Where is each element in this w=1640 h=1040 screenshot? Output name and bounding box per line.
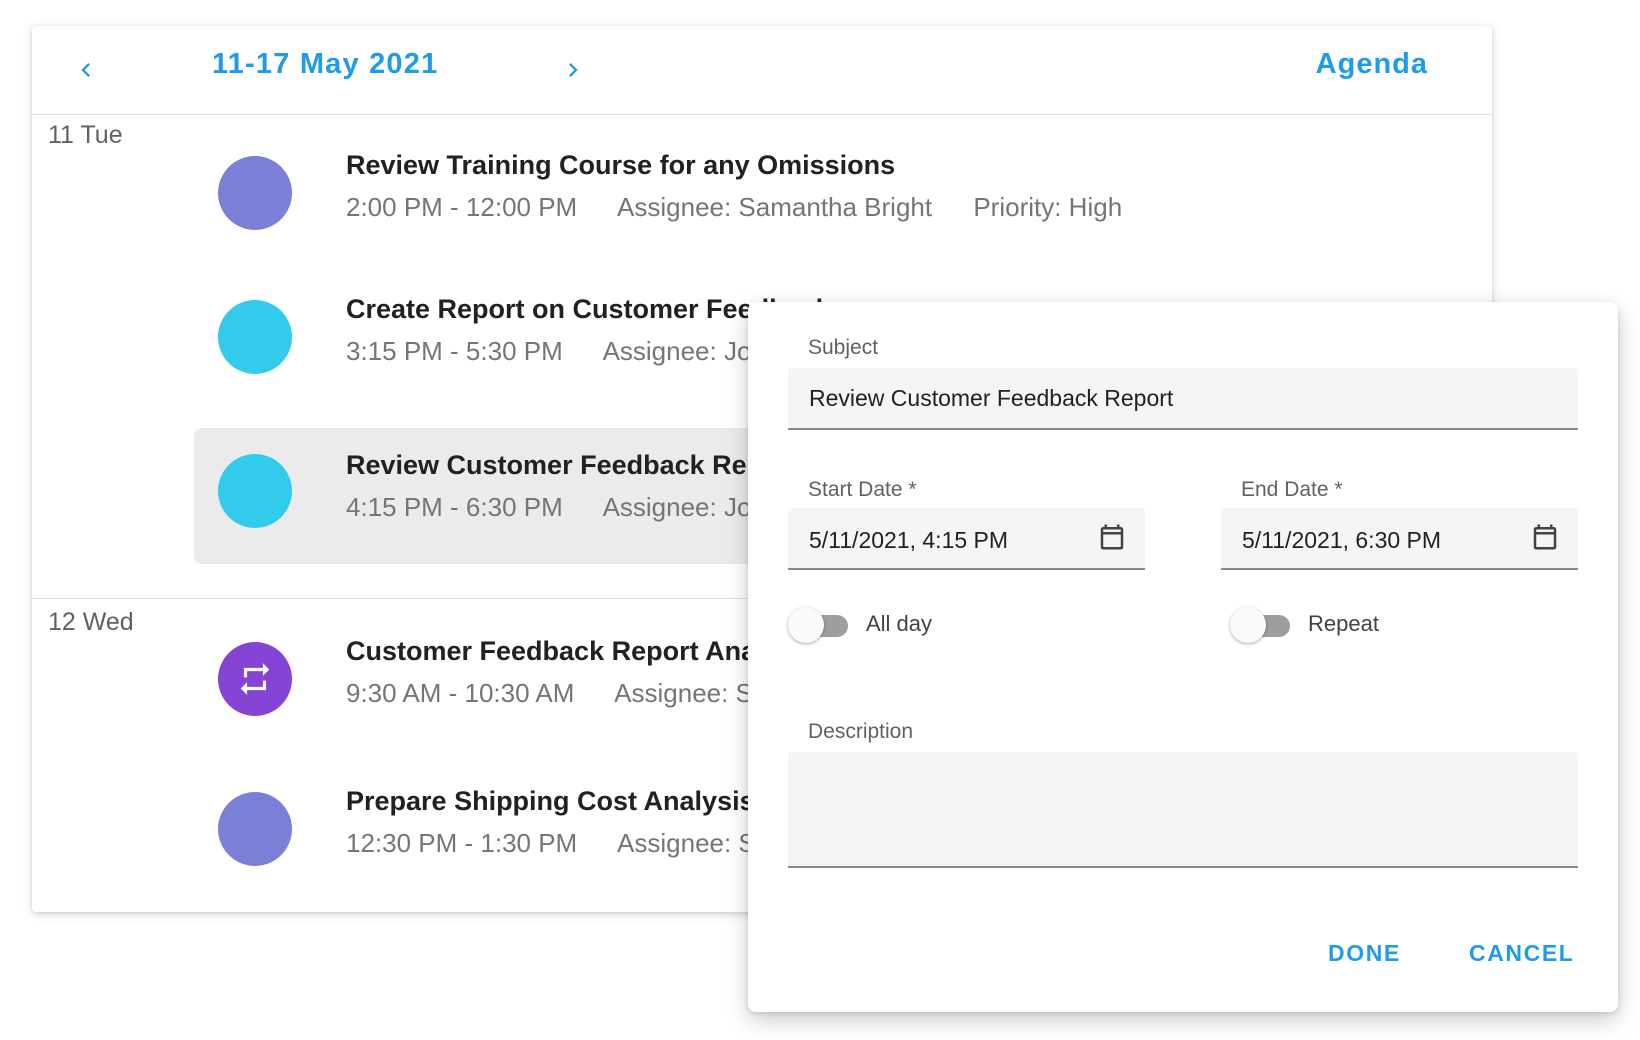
appointment-details: 4:15 PM - 6:30 PM Assignee: John bbox=[346, 492, 814, 523]
appointment-details: 3:15 PM - 5:30 PM Assignee: John bbox=[346, 336, 814, 367]
repeat-icon bbox=[240, 663, 270, 695]
subject-label: Subject bbox=[808, 336, 879, 359]
start-date-label: Start Date * bbox=[808, 478, 917, 501]
repeat-label: Repeat bbox=[1308, 611, 1379, 636]
appointment-details: 2:00 PM - 12:00 PM Assignee: Samantha Br… bbox=[346, 192, 1156, 223]
appointment-time: 4:15 PM - 6:30 PM bbox=[346, 492, 563, 522]
chevron-right-icon bbox=[569, 63, 578, 77]
end-date-label: End Date * bbox=[1241, 478, 1343, 501]
all-day-toggle[interactable] bbox=[788, 606, 850, 643]
appointment-time: 9:30 AM - 10:30 AM bbox=[346, 678, 575, 708]
toggle-thumb bbox=[788, 607, 824, 643]
appointment-priority: Priority: High bbox=[973, 192, 1123, 222]
appointment-editor-dialog: Subject Review Customer Feedback Report … bbox=[748, 302, 1618, 1012]
chevron-left-icon bbox=[81, 63, 90, 77]
description-textarea[interactable] bbox=[788, 752, 1578, 868]
calendar-icon[interactable] bbox=[1097, 522, 1127, 552]
appointment-title: Prepare Shipping Cost Analysis bbox=[346, 786, 755, 816]
previous-week-button[interactable] bbox=[66, 50, 106, 90]
all-day-label: All day bbox=[866, 611, 933, 636]
next-week-button[interactable] bbox=[553, 50, 593, 90]
appointment-assignee: Assignee: Samantha Bright bbox=[617, 192, 933, 222]
appointment-time: 2:00 PM - 12:00 PM bbox=[346, 192, 578, 222]
start-date-value: 5/11/2021, 4:15 PM bbox=[809, 527, 1009, 553]
appointment-color-dot bbox=[218, 156, 292, 230]
done-button[interactable]: DONE bbox=[1328, 940, 1401, 967]
description-label: Description bbox=[808, 720, 914, 743]
appointment-title: Review Training Course for any Omissions bbox=[346, 150, 896, 180]
end-date-value: 5/11/2021, 6:30 PM bbox=[1242, 527, 1442, 553]
appointment-time: 12:30 PM - 1:30 PM bbox=[346, 828, 578, 858]
appointment-color-dot bbox=[218, 642, 292, 716]
appointment-title: Customer Feedback Report Analysis bbox=[346, 636, 817, 666]
scheduler-toolbar: 11-17 May 2021 Agenda bbox=[32, 26, 1492, 115]
appointment-color-dot bbox=[218, 300, 292, 374]
appointment-time: 3:15 PM - 5:30 PM bbox=[346, 336, 563, 366]
end-date-input[interactable]: 5/11/2021, 6:30 PM bbox=[1221, 508, 1578, 570]
calendar-icon[interactable] bbox=[1530, 522, 1560, 552]
appointment-item[interactable]: Review Training Course for any Omissions… bbox=[194, 124, 1492, 260]
day-label: 12 Wed bbox=[48, 608, 134, 636]
toggle-thumb bbox=[1230, 607, 1266, 643]
subject-value: Review Customer Feedback Report bbox=[809, 385, 1174, 411]
subject-input[interactable]: Review Customer Feedback Report bbox=[788, 368, 1578, 430]
appointment-title: Review Customer Feedback Report bbox=[346, 450, 800, 480]
cancel-button[interactable]: CANCEL bbox=[1469, 940, 1574, 967]
appointment-color-dot bbox=[218, 454, 292, 528]
start-date-input[interactable]: 5/11/2021, 4:15 PM bbox=[788, 508, 1145, 570]
appointment-color-dot bbox=[218, 792, 292, 866]
view-switcher-agenda[interactable]: Agenda bbox=[1316, 48, 1428, 81]
repeat-toggle[interactable] bbox=[1230, 606, 1292, 643]
day-label: 11 Tue bbox=[48, 121, 123, 149]
date-range-title[interactable]: 11-17 May 2021 bbox=[212, 48, 438, 81]
